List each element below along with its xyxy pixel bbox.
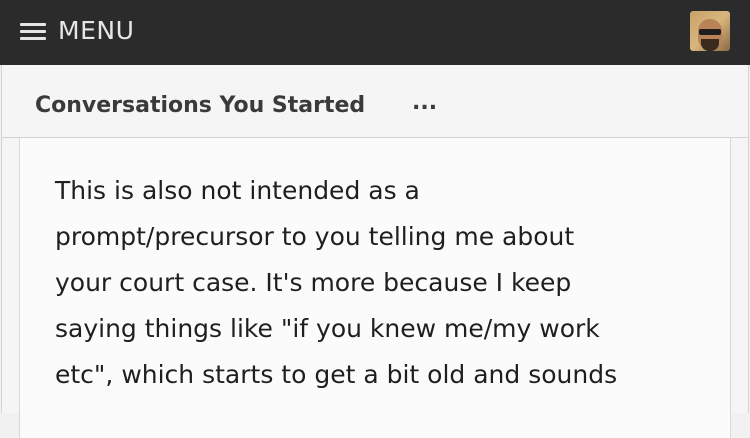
message-line: your court case. It's more because I kee… — [55, 268, 572, 297]
message-body: This is also not intended as a prompt/pr… — [19, 138, 731, 438]
content-panel: Conversations You Started ... This is al… — [1, 65, 749, 438]
message-line: prompt/precursor to you telling me about — [55, 222, 575, 251]
hamburger-icon[interactable] — [20, 21, 46, 41]
breadcrumb-title[interactable]: Conversations You Started — [35, 90, 365, 122]
message-line: etc", which starts to get a bit old and … — [55, 360, 618, 389]
top-navigation-bar: MENU — [0, 0, 750, 65]
user-avatar[interactable] — [690, 11, 730, 51]
avatar-glasses — [699, 29, 721, 35]
breadcrumb: Conversations You Started ... — [2, 65, 748, 138]
menu-label[interactable]: MENU — [58, 14, 134, 48]
message-line: This is also not intended as a — [55, 176, 420, 205]
avatar-beard — [701, 39, 719, 51]
message-line: saying things like "if you knew me/my wo… — [55, 314, 600, 343]
breadcrumb-more-button[interactable]: ... — [412, 87, 437, 119]
menu-button[interactable]: MENU — [20, 14, 134, 48]
